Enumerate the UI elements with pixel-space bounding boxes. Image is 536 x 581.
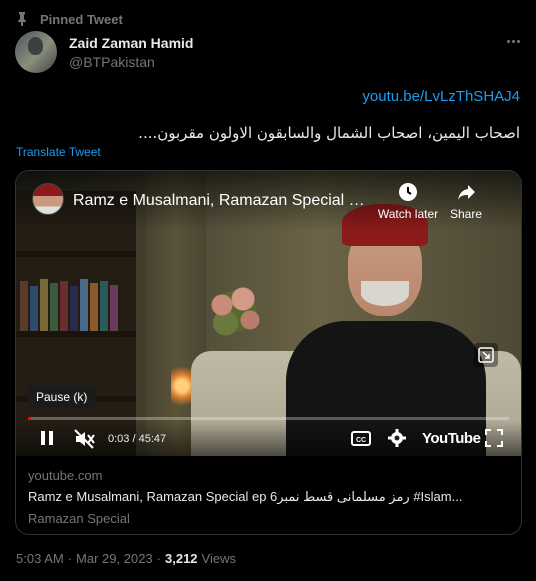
clock-icon [399, 183, 417, 201]
expand-icon [478, 347, 494, 363]
author-avatar[interactable] [15, 31, 57, 73]
author-name[interactable]: Zaid Zaman Hamid [69, 35, 193, 51]
share-button[interactable]: Share [446, 181, 486, 221]
card-meta[interactable]: youtube.com Ramz e Musalmani, Ramazan Sp… [16, 456, 521, 534]
tweet-link[interactable]: youtu.be/LvLzThSHAJ4 [362, 88, 520, 105]
pin-icon [18, 12, 26, 26]
tweet-text: اصحاب الیمین، اصحاب الشمال والسابقون الا… [138, 124, 520, 142]
pause-tooltip: Pause (k) [28, 386, 96, 408]
video-frame-flowers [201, 281, 271, 341]
video-title[interactable]: Ramz e Musalmani, Ramazan Special e... [73, 192, 368, 210]
settings-icon[interactable] [388, 429, 406, 447]
more-icon[interactable] [505, 33, 521, 49]
progress-bar[interactable] [28, 417, 509, 420]
svg-text:CC: CC [356, 437, 366, 444]
mute-icon[interactable] [74, 429, 96, 449]
expand-button[interactable] [474, 343, 498, 367]
views-count: 3,212 [165, 551, 198, 566]
separator: · [67, 551, 73, 566]
watch-later-button[interactable]: Watch later [373, 181, 443, 221]
tweet-time[interactable]: 5:03 AM [16, 551, 64, 566]
channel-avatar[interactable] [32, 183, 64, 215]
watch-later-label: Watch later [377, 207, 439, 221]
card-description: Ramazan Special [28, 511, 130, 526]
youtube-logo[interactable]: YouTube [422, 430, 481, 447]
pinned-indicator: Pinned Tweet [16, 11, 123, 27]
tweet-date[interactable]: Mar 29, 2023 [76, 551, 153, 566]
video-player[interactable]: Ramz e Musalmani, Ramazan Special e... W… [16, 171, 521, 456]
share-icon [458, 185, 475, 200]
views-label: Views [201, 551, 236, 566]
pause-icon[interactable] [38, 429, 56, 447]
progress-fill [28, 417, 31, 420]
translate-tweet-button[interactable]: Translate Tweet [16, 145, 101, 159]
player-controls: 0:03 / 45:47 CC YouTube [16, 421, 521, 456]
video-time: 0:03 / 45:47 [108, 433, 167, 445]
share-label: Share [449, 207, 483, 221]
cc-icon[interactable]: CC [351, 431, 371, 446]
card-domain: youtube.com [28, 468, 103, 483]
pinned-label: Pinned Tweet [40, 11, 123, 27]
card-title: Ramz e Musalmani, Ramazan Special ep 6رم… [28, 489, 463, 504]
youtube-card[interactable]: Ramz e Musalmani, Ramazan Special e... W… [15, 170, 522, 535]
separator: · [156, 551, 161, 566]
fullscreen-icon[interactable] [485, 429, 503, 447]
author-handle[interactable]: @BTPakistan [69, 54, 155, 70]
tweet-footer: 5:03 AM · Mar 29, 2023 · 3,212 Views [16, 551, 236, 566]
